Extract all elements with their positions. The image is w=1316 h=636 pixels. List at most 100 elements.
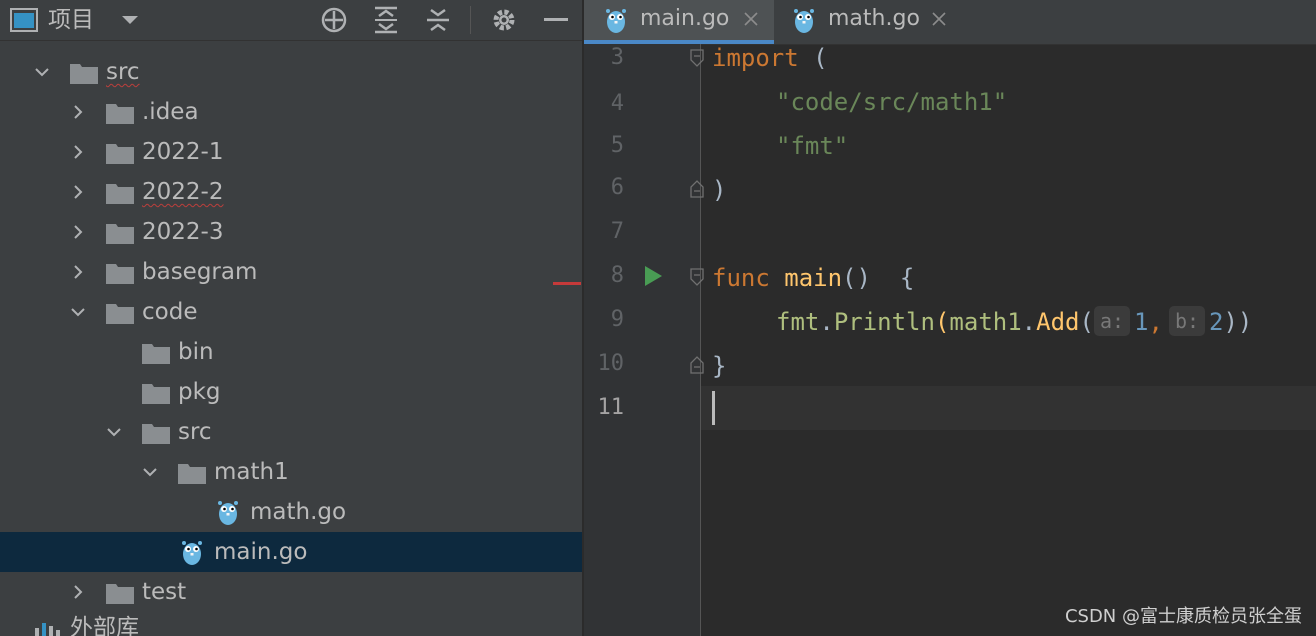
- folder-icon: [106, 104, 134, 124]
- code-function: main: [784, 264, 843, 292]
- code-line-5[interactable]: "fmt": [776, 124, 848, 168]
- folder-icon: [178, 464, 206, 484]
- line-number: 5: [610, 133, 624, 158]
- tree-item-label: math1: [214, 459, 289, 485]
- header-divider: [470, 6, 471, 34]
- fold-end-marker-icon[interactable]: [688, 356, 706, 374]
- code-text: ,: [1148, 308, 1163, 336]
- tree-item-label: 外部库: [70, 615, 139, 636]
- code-text: )): [1223, 308, 1253, 336]
- minimize-icon[interactable]: [540, 4, 572, 36]
- line-number: 8: [610, 263, 624, 288]
- code-number: 2: [1209, 308, 1224, 336]
- go-gopher-icon: [606, 9, 626, 33]
- expand-all-icon[interactable]: [370, 4, 402, 36]
- chevron-right-icon[interactable]: [70, 104, 86, 120]
- locate-icon[interactable]: [318, 4, 350, 36]
- tree-item-main-go[interactable]: main.go: [0, 532, 582, 572]
- project-title[interactable]: 项目: [48, 4, 94, 36]
- tree-item-label: main.go: [214, 539, 308, 565]
- fold-end-marker-icon[interactable]: [688, 180, 706, 198]
- tree-item-src[interactable]: src: [0, 52, 582, 92]
- editor-area: main.go math.go 3 4 5 6 7 8 9 10 11 impo…: [584, 0, 1316, 636]
- chevron-down-icon[interactable]: [142, 464, 158, 480]
- line-number: 11: [597, 395, 625, 420]
- code-line-10[interactable]: }: [712, 344, 726, 388]
- line-number: 4: [610, 91, 624, 116]
- chevron-right-icon[interactable]: [70, 144, 86, 160]
- folder-icon: [106, 584, 134, 604]
- code-line-3[interactable]: import (: [712, 36, 828, 80]
- current-line-highlight: [701, 386, 1316, 430]
- tree-item-2022-1[interactable]: 2022-1: [0, 132, 582, 172]
- code-text: ): [712, 176, 727, 204]
- tree-item-label: math.go: [250, 499, 347, 525]
- project-panel: 项目 src .idea 2022-1 2022-2 2022-3 basegr…: [0, 0, 582, 636]
- tree-item-2022-2[interactable]: 2022-2: [0, 172, 582, 212]
- tree-item-math1[interactable]: math1: [0, 452, 582, 492]
- collapse-all-icon[interactable]: [422, 4, 454, 36]
- dropdown-icon[interactable]: [114, 4, 146, 36]
- tree-item-external-libraries[interactable]: 外部库: [0, 612, 582, 636]
- tree-item-math-go[interactable]: math.go: [0, 492, 582, 532]
- code-line-8[interactable]: func main() {: [712, 256, 914, 300]
- code-keyword: import: [712, 44, 799, 72]
- tree-item-pkg[interactable]: pkg: [0, 372, 582, 412]
- code-function: Add: [1036, 308, 1080, 336]
- folder-icon: [106, 184, 134, 204]
- chevron-right-icon[interactable]: [70, 584, 86, 600]
- folder-icon: [70, 64, 98, 84]
- tree-item-label: 2022-1: [142, 139, 224, 165]
- settings-gear-icon[interactable]: [488, 4, 520, 36]
- tree-item-label: basegram: [142, 259, 258, 285]
- tree-item-2022-3[interactable]: 2022-3: [0, 212, 582, 252]
- watermark: CSDN @富士康质检员张全蛋: [1064, 606, 1302, 627]
- tree-item-label: src: [106, 59, 140, 85]
- gutter-divider: [700, 44, 701, 636]
- fold-marker-icon[interactable]: [688, 268, 706, 286]
- code-text: }: [712, 352, 727, 380]
- text-caret: [712, 391, 715, 425]
- code-text: .: [1021, 308, 1037, 336]
- line-number: 6: [610, 175, 624, 200]
- tree-item-src-nested[interactable]: src: [0, 412, 582, 452]
- chevron-down-icon[interactable]: [70, 304, 86, 320]
- chevron-right-icon[interactable]: [70, 264, 86, 280]
- run-icon[interactable]: [642, 264, 664, 288]
- close-icon[interactable]: [930, 10, 948, 28]
- library-bars-icon: [35, 623, 60, 636]
- project-view-icon[interactable]: [8, 4, 40, 36]
- tree-item-basegram[interactable]: basegram: [0, 252, 582, 292]
- chevron-down-icon[interactable]: [106, 424, 122, 440]
- chevron-right-icon[interactable]: [70, 184, 86, 200]
- tree-item-idea[interactable]: .idea: [0, 92, 582, 132]
- folder-icon: [142, 344, 170, 364]
- parameter-hint-b: b:: [1168, 306, 1206, 336]
- chevron-down-icon[interactable]: [34, 64, 50, 80]
- tree-item-code[interactable]: code: [0, 292, 582, 332]
- tab-label: main.go: [640, 6, 730, 31]
- close-icon[interactable]: [742, 10, 760, 28]
- tree-item-label: code: [142, 299, 198, 325]
- folder-icon: [106, 264, 134, 284]
- tree-item-bin[interactable]: bin: [0, 332, 582, 372]
- tree-item-label: test: [142, 579, 187, 605]
- chevron-right-icon[interactable]: [70, 224, 86, 240]
- code-line-6[interactable]: ): [712, 168, 726, 212]
- folder-icon: [142, 384, 170, 404]
- project-header: 项目: [0, 0, 582, 41]
- code-package: fmt: [776, 308, 820, 336]
- tree-item-label: 2022-3: [142, 219, 224, 245]
- code-number: 1: [1134, 308, 1149, 336]
- code-line-4[interactable]: "code/src/math1": [776, 80, 1007, 124]
- editor-tab-bar: main.go math.go: [584, 0, 1316, 45]
- line-number: 10: [597, 351, 625, 376]
- line-number: 7: [610, 219, 624, 244]
- code-function: Println: [833, 308, 935, 336]
- folder-icon: [142, 424, 170, 444]
- folder-icon: [106, 224, 134, 244]
- fold-marker-icon[interactable]: [688, 49, 706, 67]
- tree-item-test[interactable]: test: [0, 572, 582, 612]
- code-line-9[interactable]: fmt.Println(math1.Add(a: 1, b: 2)): [776, 300, 1252, 344]
- tree-item-label: src: [178, 419, 212, 445]
